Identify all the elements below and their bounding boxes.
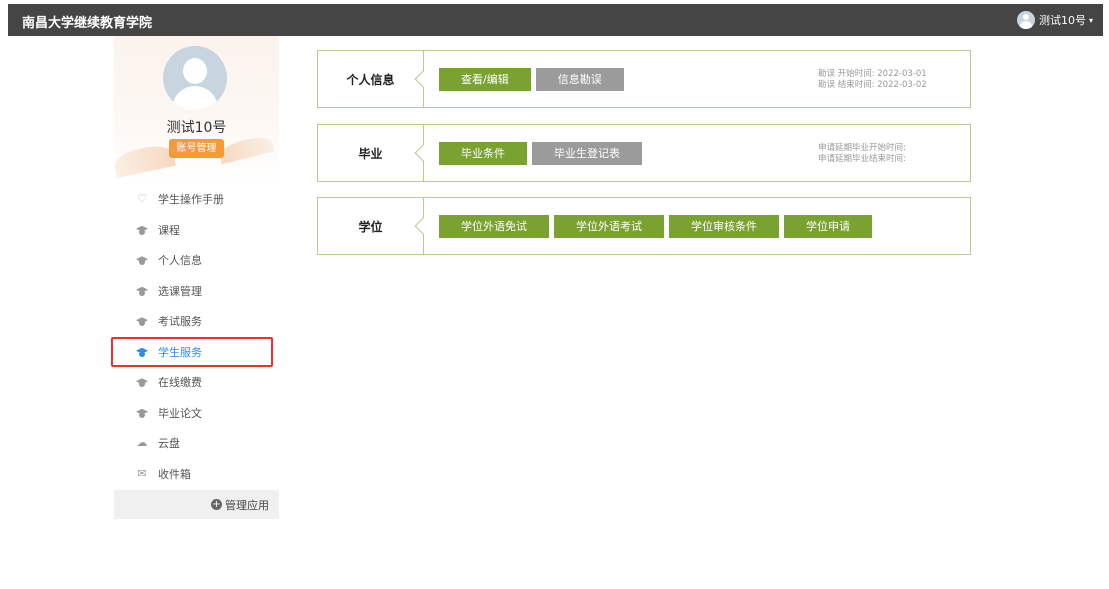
button-group: 查看/编辑 信息勘误 [439, 68, 629, 91]
inbox-icon: ✉ [137, 466, 147, 480]
degree-language-exemption-button[interactable]: 学位外语免试 [439, 215, 549, 238]
info-correction-button[interactable]: 信息勘误 [535, 68, 624, 91]
decor-swoosh [217, 133, 275, 165]
sidebar-item-courses[interactable]: 课程 [114, 215, 279, 246]
sidebar-item-course-selection[interactable]: 选课管理 [114, 276, 279, 307]
section-label: 毕业 [358, 146, 383, 161]
sidebar-item-student-service[interactable]: 学生服务 [111, 336, 273, 367]
section-personal-info: 个人信息 查看/编辑 信息勘误 勘误 开始时间: 2022-03-01 勘误 结… [317, 50, 971, 108]
degree-language-exam-button[interactable]: 学位外语考试 [554, 215, 664, 238]
user-name: 测试10号 [1038, 14, 1086, 27]
graduation-cap-icon [136, 376, 148, 388]
graduation-cap-icon [136, 285, 148, 297]
section-degree: 学位 学位外语免试 学位外语考试 学位审核条件 学位申请 [317, 197, 971, 255]
section-label: 学位 [358, 219, 383, 234]
sidebar-item-label: 考试服务 [158, 315, 202, 329]
profile-card: 测试10号 账号管理 [112, 36, 279, 184]
sidebar-item-label: 在线缴费 [158, 376, 202, 390]
sidebar-item-manual[interactable]: ♡ 学生操作手册 [114, 184, 279, 215]
degree-review-conditions-button[interactable]: 学位审核条件 [669, 215, 779, 238]
graduation-cap-icon [136, 315, 148, 327]
plus-icon: + [211, 499, 222, 510]
sidebar-menu: ♡ 学生操作手册 课程 个人信息 选课管理 考试服务 学生服务 在线缴费 毕业论… [111, 184, 279, 490]
graduation-cap-icon [136, 346, 148, 358]
profile-avatar[interactable] [163, 46, 227, 110]
user-menu[interactable]: 测试10号 ▾ [1016, 11, 1093, 29]
graduation-cap-icon [136, 254, 148, 266]
sidebar-item-inbox[interactable]: ✉ 收件箱 [114, 459, 279, 490]
heart-icon: ♡ [137, 192, 147, 206]
manage-apps-label: 管理应用 [225, 498, 269, 512]
deferral-time-note: 申请延期毕业开始时间: 申请延期毕业结束时间: [818, 143, 906, 165]
site-title[interactable]: 南昌大学继续教育学院 [22, 12, 152, 31]
graduate-registration-button[interactable]: 毕业生登记表 [532, 142, 642, 165]
avatar [1016, 11, 1035, 29]
top-bar: 南昌大学继续教育学院 测试10号 ▾ [8, 4, 1103, 36]
sidebar: 测试10号 账号管理 ♡ 学生操作手册 课程 个人信息 选课管理 考试服务 学生… [111, 36, 279, 519]
section-graduation: 毕业 毕业条件 毕业生登记表 申请延期毕业开始时间: 申请延期毕业结束时间: [317, 124, 971, 182]
graduation-cap-icon [136, 407, 148, 419]
sidebar-item-label: 个人信息 [158, 254, 202, 268]
graduation-conditions-button[interactable]: 毕业条件 [439, 142, 527, 165]
button-group: 毕业条件 毕业生登记表 [439, 142, 647, 165]
view-edit-button[interactable]: 查看/编辑 [439, 68, 531, 91]
sidebar-item-label: 课程 [158, 223, 180, 237]
sidebar-item-thesis[interactable]: 毕业论文 [114, 398, 279, 429]
sidebar-item-personal-info[interactable]: 个人信息 [114, 245, 279, 276]
correction-start-time: 勘误 开始时间: 2022-03-01 [818, 69, 927, 79]
cloud-icon: ☁ [136, 436, 148, 450]
sidebar-item-label: 选课管理 [158, 284, 202, 298]
deferral-end-time: 申请延期毕业结束时间: [818, 154, 906, 164]
sidebar-item-cloud-disk[interactable]: ☁ 云盘 [114, 428, 279, 459]
section-label: 个人信息 [346, 72, 395, 87]
decor-swoosh [112, 142, 176, 178]
graduation-cap-icon [136, 224, 148, 236]
chevron-down-icon: ▾ [1088, 15, 1093, 25]
sidebar-item-label: 学生操作手册 [158, 193, 224, 207]
correction-end-time: 勘误 结束时间: 2022-03-02 [818, 80, 927, 90]
degree-application-button[interactable]: 学位申请 [784, 215, 872, 238]
sidebar-item-online-payment[interactable]: 在线缴费 [114, 367, 279, 398]
sidebar-item-label: 毕业论文 [158, 406, 202, 420]
button-group: 学位外语免试 学位外语考试 学位审核条件 学位申请 [439, 215, 877, 238]
account-manage-button[interactable]: 账号管理 [169, 139, 224, 158]
manage-apps-button[interactable]: + 管理应用 [114, 490, 279, 519]
deferral-start-time: 申请延期毕业开始时间: [818, 143, 906, 153]
sidebar-item-label: 收件箱 [158, 467, 191, 481]
profile-name: 测试10号 [166, 120, 227, 136]
sidebar-item-label: 云盘 [158, 437, 180, 451]
sidebar-item-label: 学生服务 [158, 345, 202, 359]
sidebar-item-exam-service[interactable]: 考试服务 [114, 306, 279, 337]
correction-time-note: 勘误 开始时间: 2022-03-01 勘误 结束时间: 2022-03-02 [818, 69, 927, 91]
